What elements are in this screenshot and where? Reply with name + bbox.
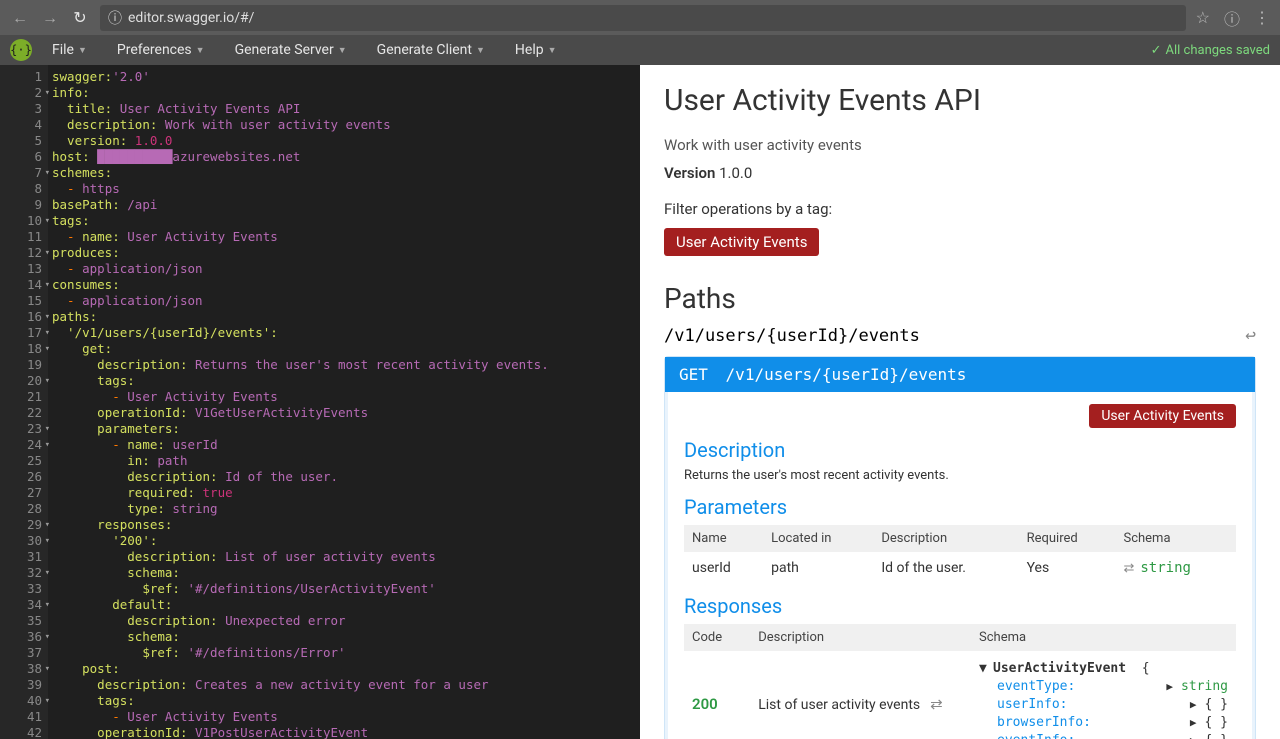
editor-gutter: 12▾34567▾8910▾1112▾1314▾1516▾17▾18▾1920▾… bbox=[0, 65, 48, 739]
api-version: Version 1.0.0 bbox=[664, 164, 1256, 182]
fold-toggle-icon[interactable]: ▾ bbox=[45, 325, 50, 341]
expand-triangle-icon[interactable]: ▶ bbox=[1190, 734, 1197, 739]
parameters-table: Name Located in Description Required Sch… bbox=[684, 525, 1236, 584]
fold-toggle-icon[interactable]: ▾ bbox=[45, 437, 50, 453]
param-schema: ⇄string bbox=[1115, 552, 1236, 584]
app-menu-bar: {·} File▼ Preferences▼ Generate Server▼ … bbox=[0, 35, 1280, 65]
schema-property: browserInfo: bbox=[997, 715, 1097, 730]
nav-forward-button[interactable]: → bbox=[40, 8, 60, 28]
responses-table: Code Description Schema 200 List of user… bbox=[684, 624, 1236, 739]
path-back-icon[interactable]: ↩ bbox=[1245, 325, 1256, 346]
path-text: /v1/users/{userId}/events bbox=[664, 326, 920, 346]
path-title: /v1/users/{userId}/events ↩ bbox=[664, 325, 1256, 346]
swap-icon[interactable]: ⇄ bbox=[930, 695, 943, 713]
chevron-down-icon: ▼ bbox=[548, 45, 557, 56]
browser-menu-icon[interactable]: ⋮ bbox=[1254, 8, 1270, 27]
schema-property-type: { } bbox=[1205, 697, 1228, 712]
menu-generate-server[interactable]: Generate Server▼ bbox=[235, 42, 347, 58]
response-description: List of user activity events⇄ bbox=[750, 651, 971, 739]
nav-reload-button[interactable]: ↻ bbox=[70, 8, 90, 28]
filter-label: Filter operations by a tag: bbox=[664, 200, 1256, 218]
param-located: path bbox=[763, 552, 873, 584]
bookmark-star-icon[interactable]: ☆ bbox=[1196, 8, 1210, 27]
menu-file[interactable]: File▼ bbox=[52, 42, 87, 58]
parameters-heading: Parameters bbox=[684, 495, 1236, 519]
fold-toggle-icon[interactable]: ▾ bbox=[45, 421, 50, 437]
expand-triangle-icon[interactable]: ▶ bbox=[1190, 716, 1197, 729]
api-description: Work with user activity events bbox=[664, 136, 1256, 154]
operation-description: Returns the user's most recent activity … bbox=[684, 468, 1236, 483]
menu-help[interactable]: Help▼ bbox=[515, 42, 557, 58]
operation-path: /v1/users/{userId}/events bbox=[726, 365, 967, 384]
description-heading: Description bbox=[684, 438, 1236, 462]
param-required: Yes bbox=[1019, 552, 1116, 584]
responses-heading: Responses bbox=[684, 594, 1236, 618]
fold-toggle-icon[interactable]: ▾ bbox=[45, 245, 50, 261]
table-header-row: Name Located in Description Required Sch… bbox=[684, 525, 1236, 552]
chevron-down-icon: ▼ bbox=[78, 45, 87, 56]
fold-toggle-icon[interactable]: ▾ bbox=[45, 533, 50, 549]
menu-generate-client[interactable]: Generate Client▼ bbox=[377, 42, 485, 58]
chevron-down-icon: ▼ bbox=[338, 45, 347, 56]
collapse-toggle-icon[interactable]: ▼ bbox=[979, 661, 993, 676]
chevron-down-icon: ▼ bbox=[476, 45, 485, 56]
table-row: 200 List of user activity events⇄ ▼UserA… bbox=[684, 651, 1236, 739]
schema-property-type: { } bbox=[1205, 733, 1228, 739]
fold-toggle-icon[interactable]: ▾ bbox=[45, 629, 50, 645]
table-row: userId path Id of the user. Yes ⇄string bbox=[684, 552, 1236, 584]
param-name[interactable]: userId bbox=[684, 552, 763, 584]
fold-toggle-icon[interactable]: ▾ bbox=[45, 213, 50, 229]
operation-block: GET /v1/users/{userId}/events User Activ… bbox=[664, 356, 1256, 739]
table-header-row: Code Description Schema bbox=[684, 624, 1236, 651]
schema-property: eventType: bbox=[997, 679, 1097, 694]
fold-toggle-icon[interactable]: ▾ bbox=[45, 165, 50, 181]
editor-code[interactable]: swagger:'2.0'info: title: User Activity … bbox=[52, 65, 640, 739]
browser-chrome: ← → ↻ ⓘ editor.swagger.io/#/ ☆ ⓘ ⋮ bbox=[0, 0, 1280, 35]
yaml-editor[interactable]: 12▾34567▾8910▾1112▾1314▾1516▾17▾18▾1920▾… bbox=[0, 65, 640, 739]
fold-toggle-icon[interactable]: ▾ bbox=[45, 277, 50, 293]
operation-tag-chip[interactable]: User Activity Events bbox=[1089, 404, 1236, 428]
fold-toggle-icon[interactable]: ▾ bbox=[45, 693, 50, 709]
fold-toggle-icon[interactable]: ▾ bbox=[45, 341, 50, 357]
fold-toggle-icon[interactable]: ▾ bbox=[45, 85, 50, 101]
param-description: Id of the user. bbox=[873, 552, 1018, 584]
api-title: User Activity Events API bbox=[664, 83, 1256, 118]
response-code: 200 bbox=[692, 695, 718, 713]
chevron-down-icon: ▼ bbox=[196, 45, 205, 56]
fold-toggle-icon[interactable]: ▾ bbox=[45, 661, 50, 677]
schema-property: eventInfo: bbox=[997, 733, 1097, 739]
fold-toggle-icon[interactable]: ▾ bbox=[45, 565, 50, 581]
site-info-icon[interactable]: ⓘ bbox=[108, 8, 122, 28]
save-status: ✓All changes saved bbox=[1151, 43, 1270, 58]
url-text: editor.swagger.io/#/ bbox=[128, 10, 254, 26]
page-info-icon[interactable]: ⓘ bbox=[1224, 6, 1240, 30]
api-preview: User Activity Events API Work with user … bbox=[640, 65, 1280, 739]
operation-method: GET bbox=[679, 365, 708, 384]
check-icon: ✓ bbox=[1151, 43, 1162, 58]
response-schema: ▼UserActivityEvent { eventType:▶stringus… bbox=[979, 659, 1228, 739]
url-bar[interactable]: ⓘ editor.swagger.io/#/ bbox=[100, 5, 1186, 31]
fold-toggle-icon[interactable]: ▾ bbox=[45, 373, 50, 389]
swagger-logo[interactable]: {·} bbox=[10, 39, 32, 61]
swap-icon[interactable]: ⇄ bbox=[1123, 561, 1134, 576]
operation-header[interactable]: GET /v1/users/{userId}/events bbox=[665, 357, 1255, 392]
schema-property: userInfo: bbox=[997, 697, 1097, 712]
paths-heading: Paths bbox=[664, 282, 1256, 315]
schema-property-type: { } bbox=[1205, 715, 1228, 730]
schema-property-type: string bbox=[1181, 679, 1228, 694]
nav-back-button[interactable]: ← bbox=[10, 8, 30, 28]
fold-toggle-icon[interactable]: ▾ bbox=[45, 309, 50, 325]
expand-triangle-icon[interactable]: ▶ bbox=[1190, 698, 1197, 711]
menu-preferences[interactable]: Preferences▼ bbox=[117, 42, 205, 58]
expand-triangle-icon[interactable]: ▶ bbox=[1166, 680, 1173, 693]
tag-filter-chip[interactable]: User Activity Events bbox=[664, 228, 819, 256]
fold-toggle-icon[interactable]: ▾ bbox=[45, 517, 50, 533]
fold-toggle-icon[interactable]: ▾ bbox=[45, 597, 50, 613]
